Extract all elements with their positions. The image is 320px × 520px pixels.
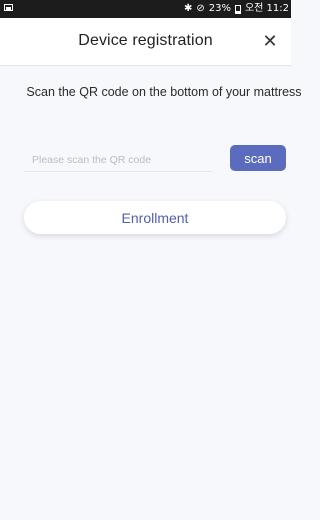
close-icon[interactable]: ✕ <box>259 30 281 52</box>
status-indicators: ✱ ⊘ 23% 오전 11:2 <box>184 3 289 15</box>
scan-instruction: Scan the QR code on the bottom of your m… <box>26 85 302 99</box>
enrollment-button[interactable]: Enrollment <box>24 201 286 234</box>
signal-icon: ⊘ <box>196 3 205 14</box>
scan-button[interactable]: scan <box>230 145 286 171</box>
battery-icon <box>234 4 241 14</box>
status-bar: ✱ ⊘ 23% 오전 11:2 <box>0 0 291 18</box>
page-title: Device registration <box>78 32 213 49</box>
header: Device registration ✕ <box>0 18 291 66</box>
qr-code-input[interactable] <box>24 148 212 172</box>
gallery-notification-icon <box>4 3 13 14</box>
battery-percent: 23% <box>208 3 231 14</box>
clock: 오전 11:2 <box>244 3 289 14</box>
bluetooth-icon: ✱ <box>183 3 193 14</box>
